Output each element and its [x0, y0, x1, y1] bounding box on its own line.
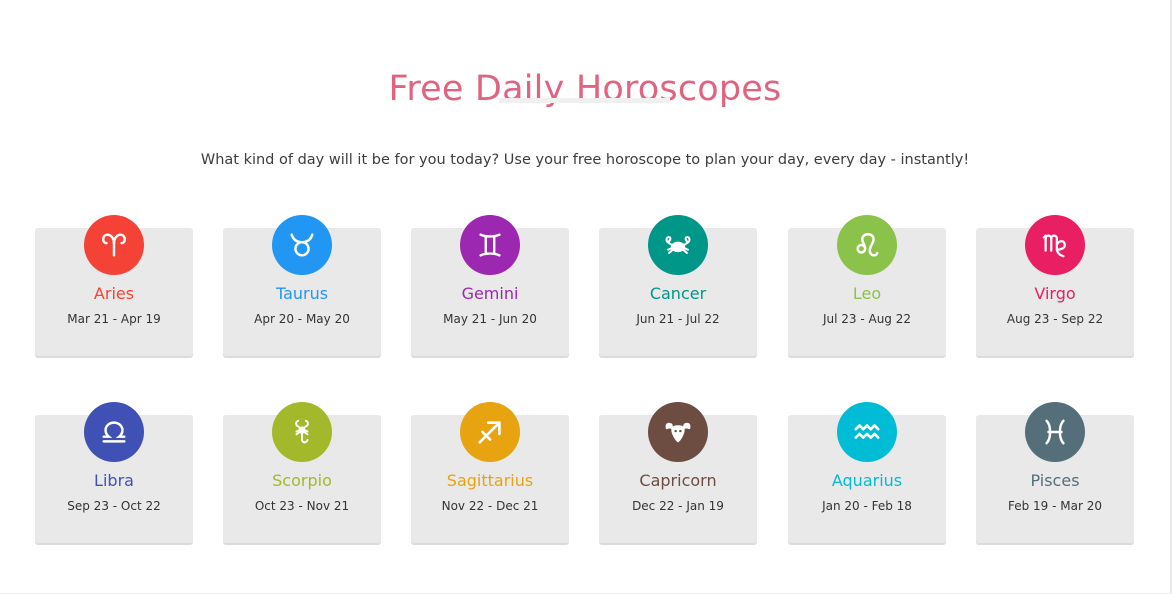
sign-dates: Aug 23 - Sep 22	[1006, 312, 1104, 326]
sign-badge	[837, 215, 897, 275]
cancer-icon	[665, 236, 691, 254]
page-title: Free Daily Horoscopes	[388, 69, 782, 110]
sign-name: Taurus	[275, 284, 329, 303]
sign-badge	[272, 402, 332, 462]
sign-dates: Oct 23 - Nov 21	[254, 499, 350, 513]
sign-dates: Mar 21 - Apr 19	[67, 312, 161, 326]
sign-name: Capricorn	[639, 471, 717, 490]
sign-dates: Jan 20 - Feb 18	[822, 499, 912, 513]
leo-icon	[856, 232, 879, 257]
sign-badge	[272, 215, 332, 275]
sign-dates: Apr 20 - May 20	[254, 312, 350, 326]
sign-name: Cancer	[649, 284, 707, 303]
sign-card-capricorn[interactable]: Capricorn Dec 22 - Jan 19	[599, 402, 757, 543]
sign-badge	[1025, 215, 1085, 275]
capricorn-icon	[665, 422, 691, 443]
title-underline	[499, 98, 670, 103]
sign-name: Pisces	[1030, 471, 1080, 490]
sign-dates: May 21 - Jun 20	[443, 312, 537, 326]
sign-card-sagittarius[interactable]: Sagittarius Nov 22 - Dec 21	[411, 402, 569, 543]
sign-badge	[84, 402, 144, 462]
sign-card-cancer[interactable]: Cancer Jun 21 - Jul 22	[599, 215, 757, 356]
sign-card-aquarius[interactable]: Aquarius Jan 20 - Feb 18	[788, 402, 946, 543]
sign-card-libra[interactable]: Libra Sep 23 - Oct 22	[35, 402, 193, 543]
sign-name: Libra	[94, 471, 134, 490]
sign-card-scorpio[interactable]: Scorpio Oct 23 - Nov 21	[223, 402, 381, 543]
sign-card-taurus[interactable]: Taurus Apr 20 - May 20	[223, 215, 381, 356]
page-subtitle: What kind of day will it be for you toda…	[200, 151, 970, 168]
sign-card-pisces[interactable]: Pisces Feb 19 - Mar 20	[976, 402, 1134, 543]
sign-name: Gemini	[461, 284, 519, 303]
taurus-icon	[290, 233, 314, 257]
sign-name: Aries	[93, 284, 135, 303]
sign-dates: Sep 23 - Oct 22	[67, 499, 161, 513]
sign-name: Sagittarius	[446, 471, 534, 490]
pisces-icon	[1045, 419, 1065, 445]
sign-dates: Jun 21 - Jul 22	[636, 312, 720, 326]
sign-badge	[837, 402, 897, 462]
sign-card-gemini[interactable]: Gemini May 21 - Jun 20	[411, 215, 569, 356]
sign-dates: Nov 22 - Dec 21	[441, 499, 539, 513]
horoscope-page: Free Daily Horoscopes What kind of day w…	[0, 0, 1172, 594]
sign-name: Leo	[852, 284, 882, 303]
sagittarius-icon	[478, 421, 501, 444]
gemini-icon	[479, 233, 501, 257]
scorpio-icon	[295, 419, 309, 444]
sign-badge	[648, 215, 708, 275]
virgo-icon	[1042, 234, 1066, 258]
sign-dates: Feb 19 - Mar 20	[1007, 499, 1102, 513]
libra-icon	[102, 421, 126, 443]
sign-badge	[460, 402, 520, 462]
sign-card-leo[interactable]: Leo Jul 23 - Aug 22	[788, 215, 946, 356]
sign-badge	[1025, 402, 1085, 462]
aquarius-icon	[854, 424, 880, 439]
sign-badge	[648, 402, 708, 462]
sign-name: Aquarius	[831, 471, 903, 490]
sign-card-virgo[interactable]: Virgo Aug 23 - Sep 22	[976, 215, 1134, 356]
aries-icon	[102, 233, 126, 257]
sign-dates: Jul 23 - Aug 22	[822, 312, 912, 326]
sign-card-aries[interactable]: Aries Mar 21 - Apr 19	[35, 215, 193, 356]
sign-name: Virgo	[1034, 284, 1076, 303]
sign-dates: Dec 22 - Jan 19	[632, 499, 724, 513]
sign-badge	[460, 215, 520, 275]
sign-name: Scorpio	[272, 471, 332, 490]
sign-badge	[84, 215, 144, 275]
